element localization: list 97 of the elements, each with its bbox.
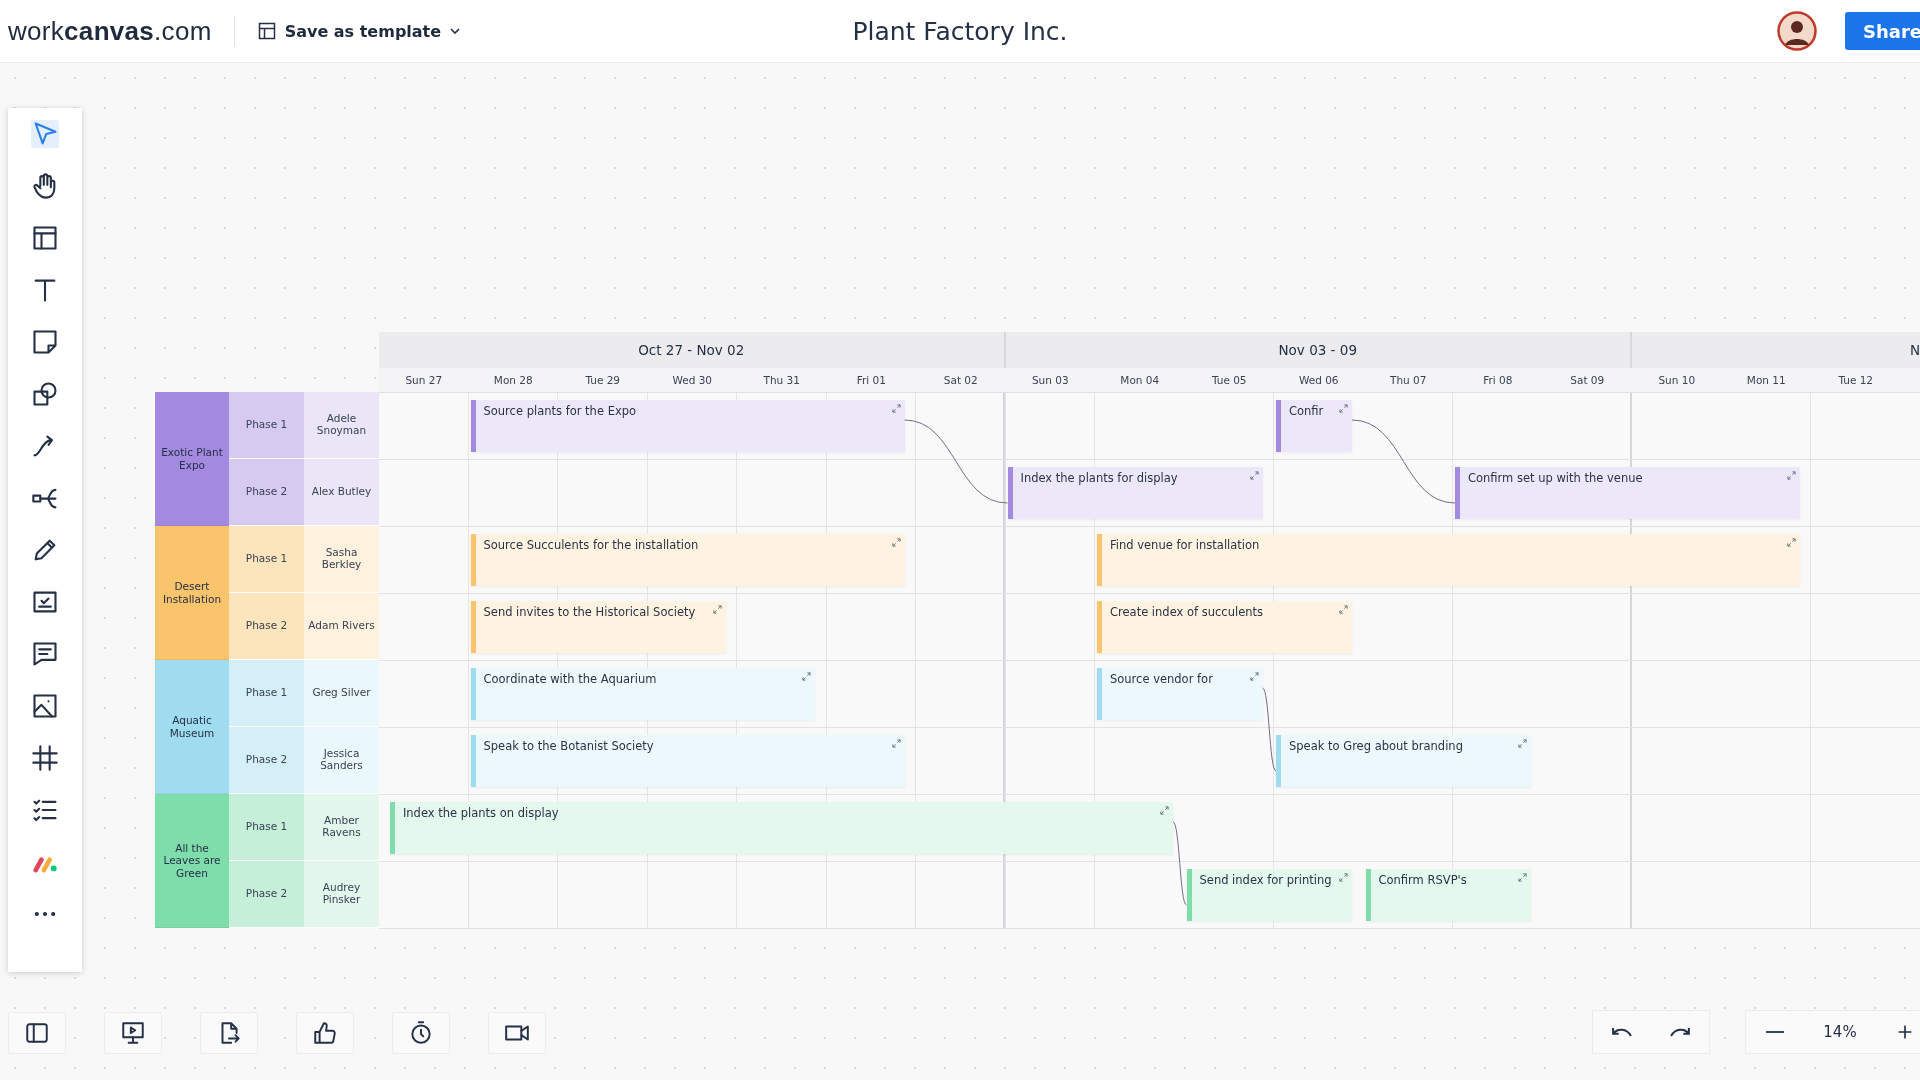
task-card[interactable]: Source vendor for <box>1097 668 1263 720</box>
expand-icon[interactable] <box>891 739 901 748</box>
task-card[interactable]: Send index for printing <box>1186 869 1353 921</box>
task-card[interactable]: Index the plants on display <box>389 802 1174 854</box>
expand-icon[interactable] <box>1339 605 1349 614</box>
expand-icon[interactable] <box>1786 471 1796 480</box>
presentation-button[interactable] <box>104 1012 162 1054</box>
task-card[interactable]: Index the plants for display <box>1007 467 1263 519</box>
comment-icon[interactable] <box>31 640 59 668</box>
template-icon <box>256 21 277 41</box>
phase-label: Phase 1 <box>229 526 304 592</box>
task-card[interactable]: Confir <box>1276 400 1353 452</box>
phase-label: Phase 1 <box>229 392 304 458</box>
phase-label: Phase 2 <box>229 593 304 659</box>
task-card[interactable]: Find venue for installation <box>1097 534 1800 586</box>
day-header: Fri 08 <box>1482 373 1514 388</box>
phase-label: Phase 2 <box>229 727 304 793</box>
day-header: Wed 06 <box>1297 373 1340 388</box>
group-label: Aquatic Museum <box>155 660 229 794</box>
phase-label: Phase 1 <box>229 660 304 726</box>
shapes-icon[interactable] <box>31 380 59 408</box>
redo-icon <box>1670 1026 1690 1038</box>
task-card[interactable]: Source Succulents for the installation <box>470 534 905 586</box>
day-header: Tue 12 <box>1837 373 1875 388</box>
day-header: Sun 27 <box>404 373 444 388</box>
day-header: Mon 28 <box>492 373 534 388</box>
task-card[interactable]: Speak to Greg about branding <box>1276 735 1532 787</box>
week-header: Oct 27 - Nov 02 <box>379 332 1006 368</box>
owner-name: Audrey Pinsker <box>304 861 379 927</box>
layout-icon[interactable] <box>31 224 59 252</box>
expand-icon[interactable] <box>1786 538 1796 547</box>
sidebar-button[interactable] <box>8 1012 66 1054</box>
day-header: Wed 30 <box>671 373 714 388</box>
owner-name: Alex Butley <box>304 459 379 525</box>
timer-button[interactable] <box>392 1012 450 1054</box>
export-file-button[interactable] <box>200 1012 258 1054</box>
expand-icon[interactable] <box>1249 672 1259 681</box>
frame-icon[interactable] <box>31 744 59 772</box>
day-header: Thu 07 <box>1389 373 1428 388</box>
expand-icon[interactable] <box>1518 739 1528 748</box>
chevron-down-icon <box>449 25 462 37</box>
expand-icon[interactable] <box>891 538 901 547</box>
day-header: Sun 10 <box>1657 373 1697 388</box>
day-header: Sat 09 <box>1569 373 1606 388</box>
task-card[interactable]: Coordinate with the Aquarium <box>470 668 816 720</box>
video-camera-button[interactable] <box>488 1012 546 1054</box>
logo[interactable]: workcanvas.com <box>8 15 212 47</box>
week-header: N <box>1632 332 1920 368</box>
thumbs-up-button[interactable] <box>296 1012 354 1054</box>
owner-name: Jessica Sanders <box>304 727 379 793</box>
timer-icon <box>408 1020 434 1046</box>
group-label: All the Leaves are Green <box>155 794 229 928</box>
owner-name: Amber Ravens <box>304 794 379 860</box>
day-header: Fri 01 <box>855 373 887 388</box>
group-label: Exotic Plant Expo <box>155 392 229 526</box>
save-as-template-button[interactable]: Save as template <box>252 17 466 45</box>
avatar-icon[interactable] <box>1777 11 1817 51</box>
task-card[interactable]: Confirm set up with the venue <box>1455 467 1800 519</box>
day-header: Mon 11 <box>1745 373 1787 388</box>
task-card[interactable]: Speak to the Botanist Society <box>470 735 905 787</box>
sidebar-icon <box>24 1020 50 1046</box>
expand-icon[interactable] <box>712 605 722 614</box>
board-title: Plant Factory Inc. <box>852 16 1068 46</box>
sticky-note-icon[interactable] <box>31 328 59 356</box>
task-card[interactable]: Source plants for the Expo <box>470 400 905 452</box>
zoom-level: 14% <box>1822 1022 1858 1043</box>
presentation-icon <box>120 1020 146 1046</box>
expand-icon[interactable] <box>1249 471 1259 480</box>
expand-icon[interactable] <box>1160 806 1170 815</box>
owner-name: Greg Silver <box>304 660 379 726</box>
pointer-icon[interactable] <box>31 120 59 148</box>
owner-name: Sasha Berkley <box>304 526 379 592</box>
day-header: Mon 04 <box>1119 373 1161 388</box>
day-header: Sat 02 <box>942 373 979 388</box>
owner-name: Adam Rivers <box>304 593 379 659</box>
expand-icon[interactable] <box>1339 873 1349 882</box>
day-header: Tue 05 <box>1210 373 1248 388</box>
undo-icon <box>1612 1026 1632 1038</box>
expand-icon[interactable] <box>802 672 812 681</box>
owner-name: Adele Snoyman <box>304 392 379 458</box>
week-header: Nov 03 - 09 <box>1005 332 1632 368</box>
phase-label: Phase 1 <box>229 794 304 860</box>
expand-icon[interactable] <box>1518 873 1528 882</box>
day-header: Thu 31 <box>762 373 801 388</box>
expand-icon[interactable] <box>1339 404 1349 413</box>
day-header: Tue 29 <box>584 373 622 388</box>
minus-icon <box>1766 1031 1784 1033</box>
task-card[interactable]: Create index of succulents <box>1097 601 1353 653</box>
thumbs-up-icon <box>312 1020 338 1046</box>
expand-icon[interactable] <box>891 404 901 413</box>
image-icon[interactable] <box>31 692 59 720</box>
group-label: Desert Installation <box>155 526 229 660</box>
phase-label: Phase 2 <box>229 459 304 525</box>
task-card[interactable]: Send invites to the Historical Society <box>470 601 726 653</box>
task-card[interactable]: Confirm RSVP's <box>1365 869 1532 921</box>
day-header: Sun 03 <box>1030 373 1070 388</box>
phase-label: Phase 2 <box>229 861 304 927</box>
